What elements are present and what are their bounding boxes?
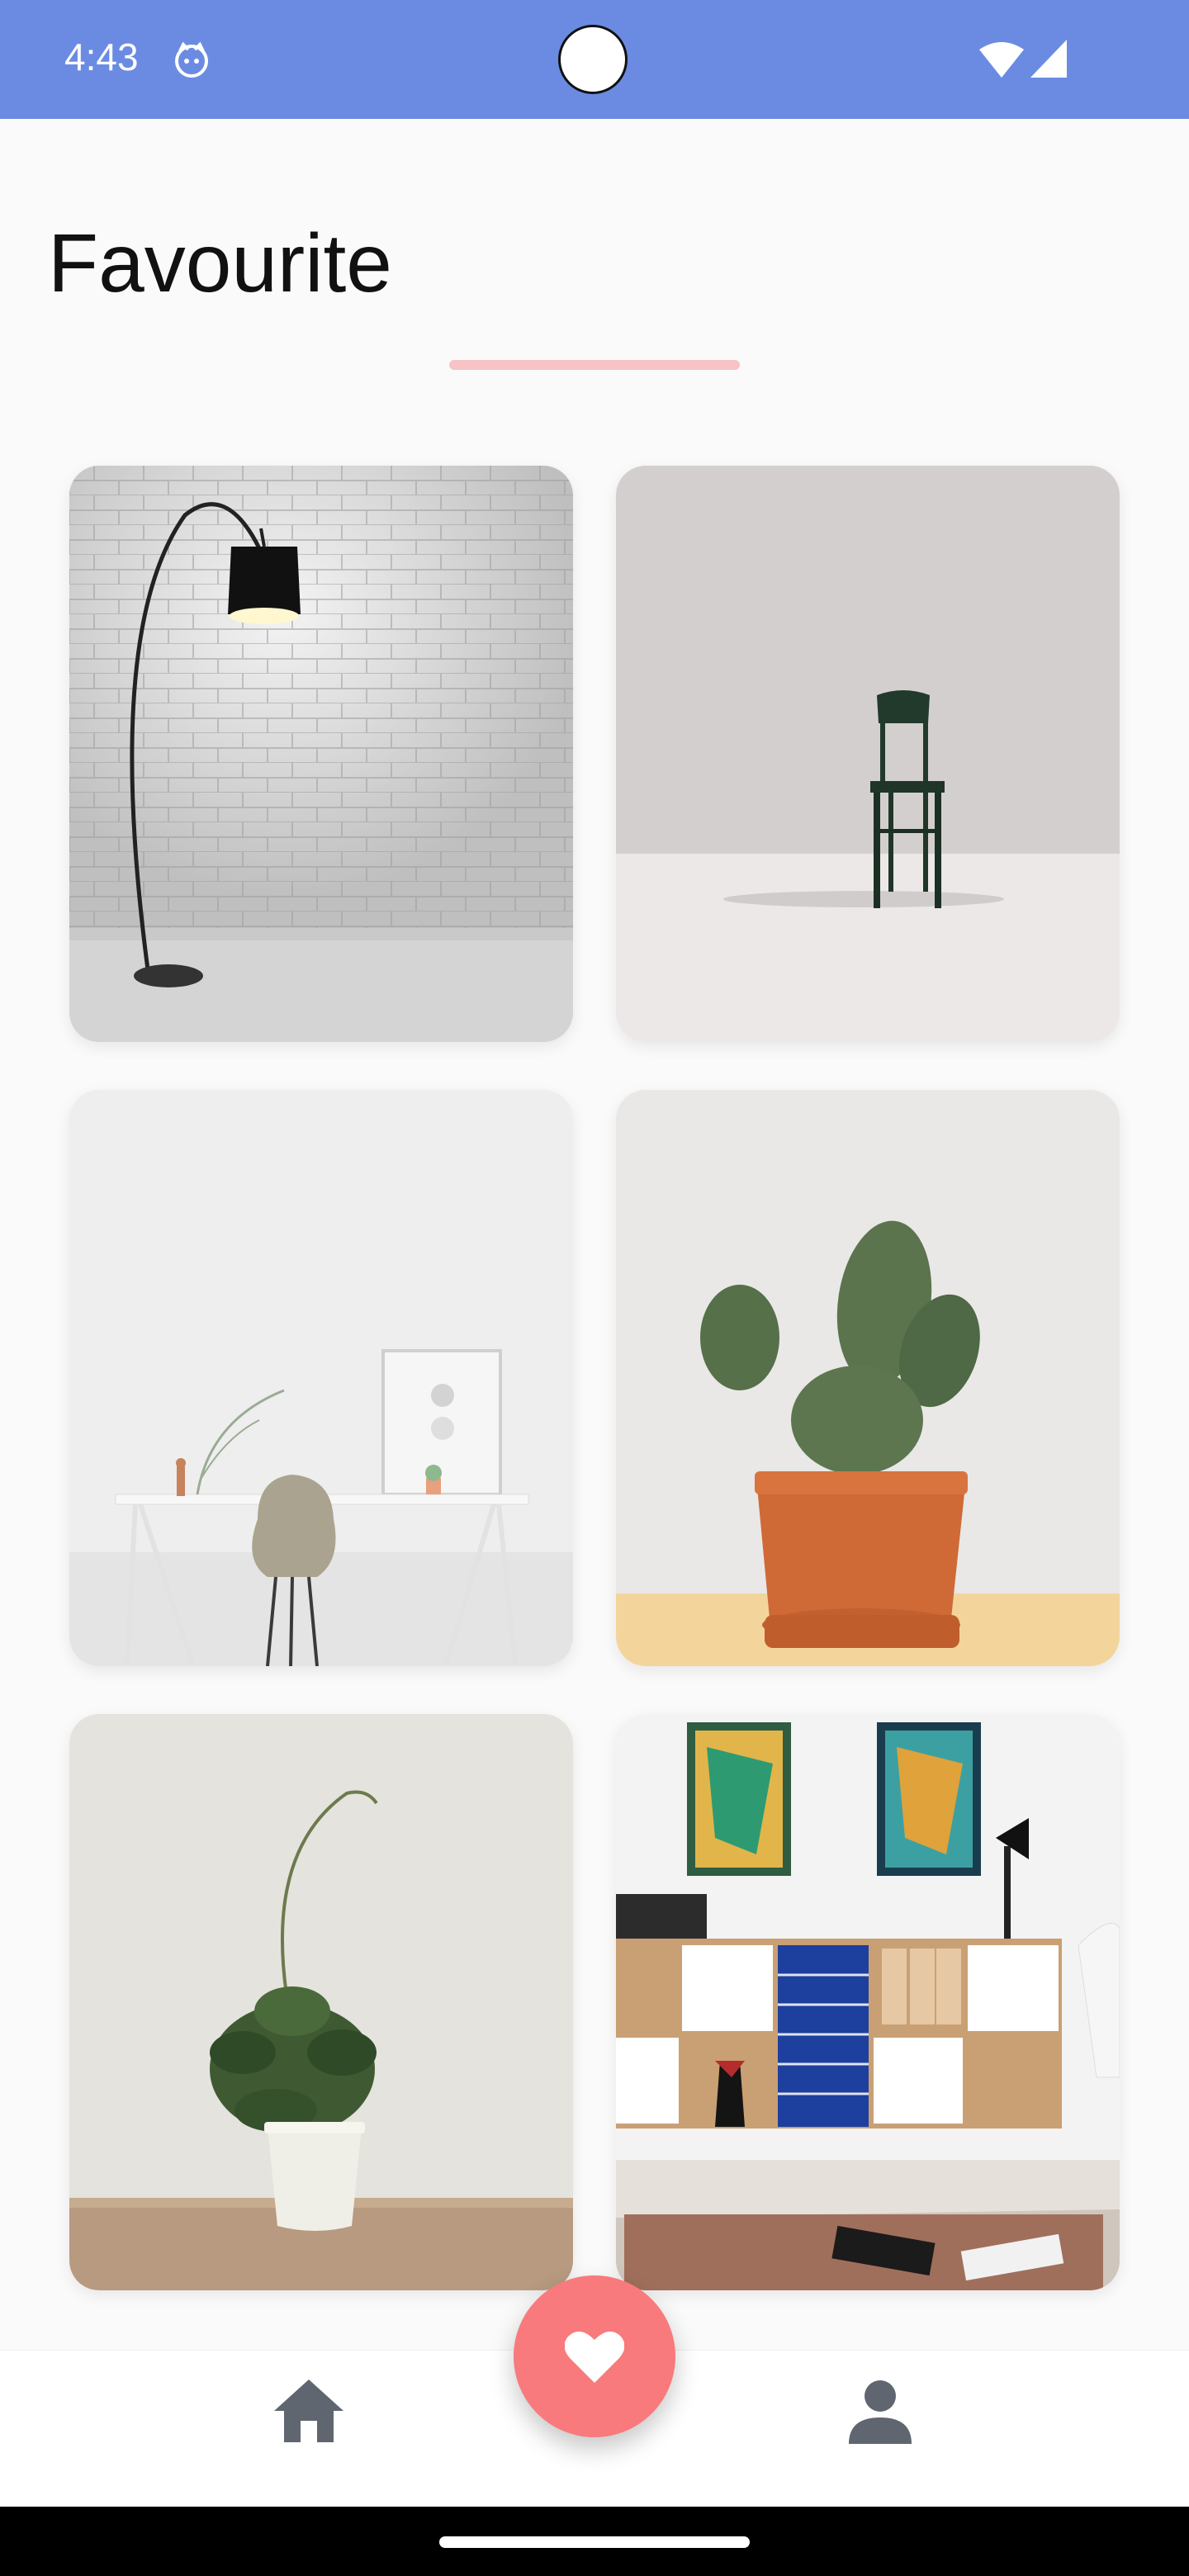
status-time: 4:43 — [64, 36, 139, 78]
potted-plant-image — [69, 1714, 573, 2290]
favourite-card-green-chair[interactable] — [616, 466, 1120, 1042]
cactus-image — [616, 1090, 1120, 1666]
favourite-card-storage-cabinet[interactable] — [616, 1714, 1120, 2290]
status-bar: 4:43 — [0, 0, 1189, 119]
page-title: Favourite — [48, 217, 392, 310]
favourite-fab[interactable] — [514, 2275, 675, 2437]
home-icon[interactable] — [272, 2378, 345, 2444]
camera-cutout — [558, 25, 628, 94]
favourite-card-potted-plant[interactable] — [69, 1714, 573, 2290]
favourite-card-cactus[interactable] — [616, 1090, 1120, 1666]
heart-icon — [565, 2332, 624, 2383]
home-indicator[interactable] — [439, 2536, 750, 2548]
wifi-icon — [979, 42, 1024, 78]
cat-face-icon — [175, 41, 208, 78]
person-icon[interactable] — [849, 2379, 912, 2444]
cabinet-image — [616, 1714, 1120, 2290]
favourite-card-white-desk[interactable] — [69, 1090, 573, 1666]
desk-image — [69, 1090, 573, 1666]
favourite-card-floor-lamp[interactable] — [69, 466, 573, 1042]
cellular-signal-icon — [1030, 40, 1067, 78]
floor-lamp-image — [69, 466, 573, 1042]
chair-image — [616, 466, 1120, 1042]
title-underline — [449, 360, 740, 370]
